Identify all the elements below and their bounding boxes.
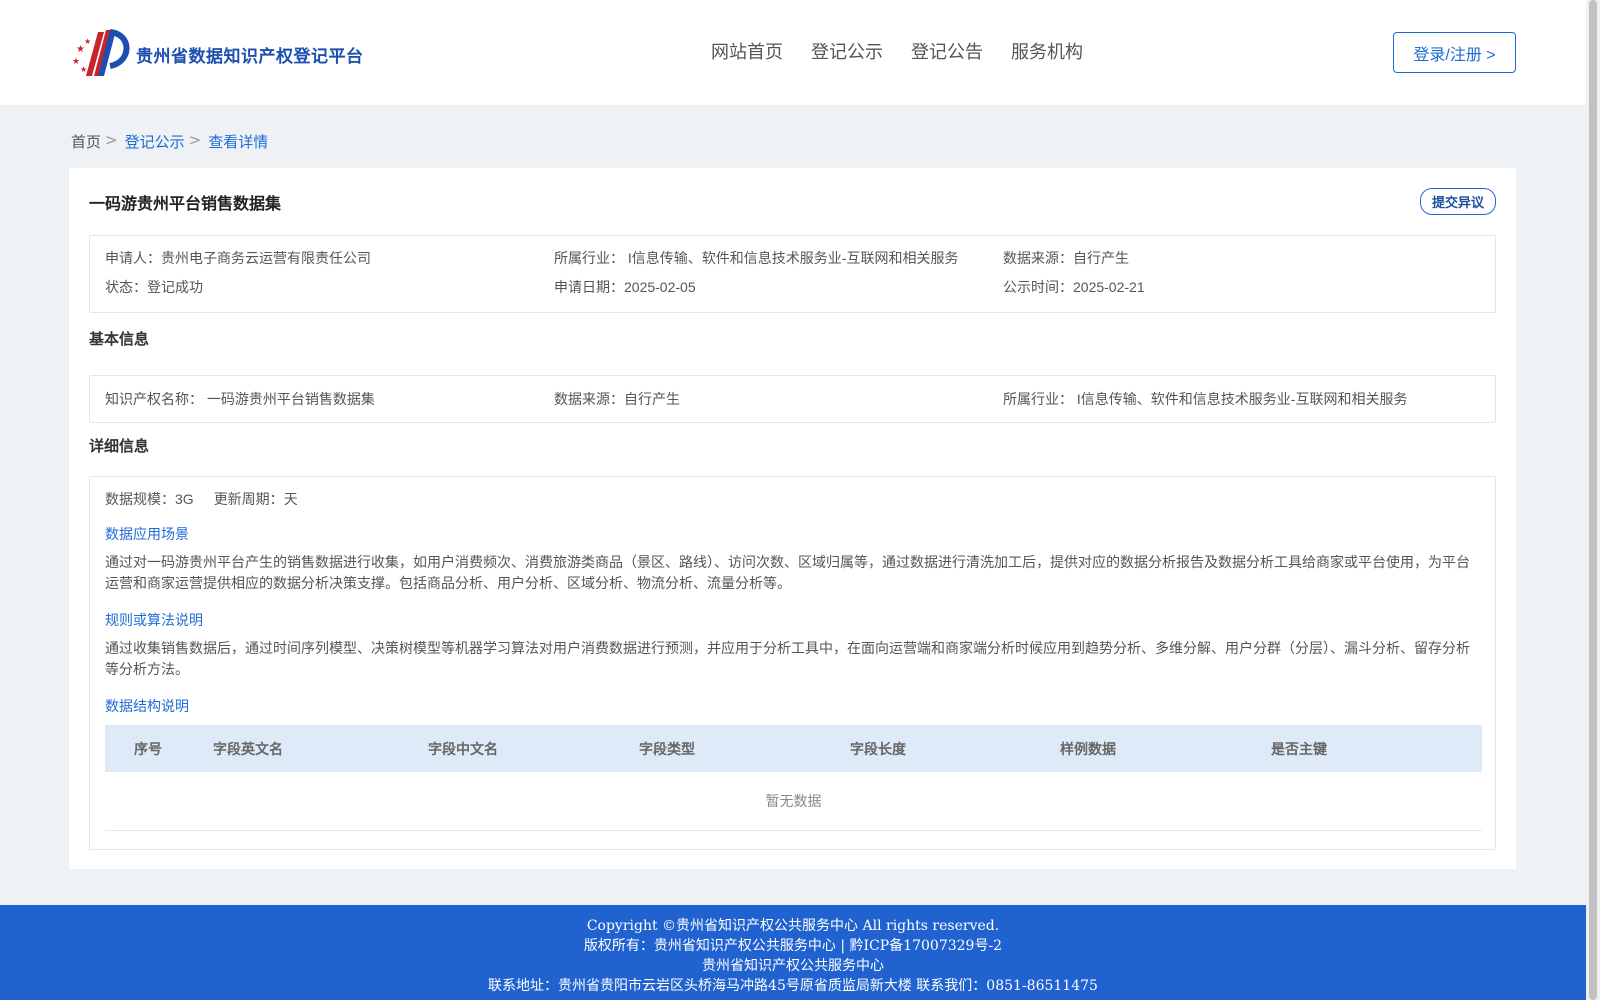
breadcrumb-separator: > bbox=[188, 131, 202, 149]
basic-industry-label: 所属行业： bbox=[1003, 391, 1073, 407]
site-footer: Copyright ©贵州省知识产权公共服务中心 All rights rese… bbox=[0, 905, 1586, 1000]
algorithm-text: 通过收集销售数据后，通过时间序列模型、决策树模型等机器学习算法对用户消费数据进行… bbox=[105, 640, 1470, 677]
detail-card: 一码游贵州平台销售数据集 提交异议 申请人：贵州电子商务云运营有限责任公司 所属… bbox=[69, 168, 1516, 869]
col-primary-key: 是否主键 bbox=[1271, 742, 1327, 758]
applicant-label: 申请人： bbox=[105, 250, 161, 266]
breadcrumb-list[interactable]: 登记公示 bbox=[125, 131, 185, 152]
footer-copyright: Copyright ©贵州省知识产权公共服务中心 All rights rese… bbox=[586, 918, 1000, 934]
scale-value: 3G bbox=[175, 491, 194, 507]
data-structure-table: 序号 字段英文名 字段中文名 字段类型 字段长度 样例数据 是否主键 暂无数据 bbox=[105, 725, 1482, 831]
scale-label: 数据规模： bbox=[105, 491, 175, 507]
detail-info-heading: 详细信息 bbox=[89, 437, 150, 455]
apply-date-value: 2025-02-05 bbox=[624, 279, 696, 295]
apply-date-field: 申请日期：2025-02-05 bbox=[554, 277, 696, 297]
site-title: 贵州省数据知识产权登记平台 bbox=[136, 46, 364, 67]
basic-source-value: 自行产生 bbox=[624, 391, 680, 407]
breadcrumb-separator: > bbox=[105, 131, 118, 149]
site-header: ★ ★ ★ ★ 贵州省数据知识产权登记平台 网站首页 登记公示 登记公告 服务机… bbox=[0, 0, 1586, 105]
table-empty-state: 暂无数据 bbox=[105, 772, 1482, 831]
basic-source-label: 数据来源： bbox=[554, 391, 624, 407]
scenario-heading: 数据应用场景 bbox=[105, 526, 189, 542]
scrollbar-thumb[interactable] bbox=[1589, 0, 1597, 1000]
logo-emblem-icon: ★ ★ ★ ★ bbox=[70, 28, 130, 80]
basic-industry-field: 所属行业： I信息传输、软件和信息技术服务业-互联网和相关服务 bbox=[1003, 389, 1407, 409]
cycle-value: 天 bbox=[283, 491, 298, 507]
applicant-value: 贵州电子商务云运营有限责任公司 bbox=[161, 250, 371, 266]
login-register-button[interactable]: 登录/注册 > bbox=[1393, 32, 1516, 73]
apply-date-label: 申请日期： bbox=[554, 279, 624, 295]
footer-contact: 联系地址：贵州省贵阳市云岩区头桥海马冲路45号原省质监局新大楼 联系我们：085… bbox=[488, 978, 1098, 994]
cycle-label: 更新周期： bbox=[213, 491, 284, 507]
basic-info-box: 知识产权名称： 一码游贵州平台销售数据集 数据来源：自行产生 所属行业： I信息… bbox=[89, 375, 1496, 423]
status-value: 登记成功 bbox=[147, 279, 203, 295]
col-field-length: 字段长度 bbox=[850, 742, 906, 758]
summary-box: 申请人：贵州电子商务云运营有限责任公司 所属行业： I信息传输、软件和信息技术服… bbox=[89, 235, 1496, 313]
svg-text:★: ★ bbox=[72, 57, 80, 67]
source-label: 数据来源： bbox=[1003, 250, 1073, 266]
basic-industry-value: I信息传输、软件和信息技术服务业-互联网和相关服务 bbox=[1076, 391, 1408, 407]
nav-home[interactable]: 网站首页 bbox=[711, 38, 783, 64]
breadcrumb-current[interactable]: 查看详情 bbox=[208, 131, 268, 152]
svg-text:★: ★ bbox=[84, 37, 91, 46]
submit-objection-button[interactable]: 提交异议 bbox=[1420, 188, 1496, 215]
record-title: 一码游贵州平台销售数据集 bbox=[89, 194, 282, 213]
publish-date-label: 公示时间： bbox=[1003, 279, 1073, 295]
applicant-field: 申请人：贵州电子商务云运营有限责任公司 bbox=[105, 248, 371, 268]
page-scrollbar[interactable] bbox=[1586, 0, 1600, 1000]
structure-heading: 数据结构说明 bbox=[105, 698, 189, 714]
publish-date-field: 公示时间：2025-02-21 bbox=[1003, 277, 1145, 297]
col-field-cn: 字段中文名 bbox=[428, 742, 498, 758]
scale-cycle-row: 数据规模：3G 更新周期：天 bbox=[105, 489, 298, 509]
ip-name-label: 知识产权名称： bbox=[105, 391, 203, 407]
footer-org: 贵州省知识产权公共服务中心 bbox=[702, 958, 884, 974]
publish-date-value: 2025-02-21 bbox=[1073, 279, 1145, 295]
col-sample-data: 样例数据 bbox=[1060, 742, 1116, 758]
col-index: 序号 bbox=[134, 742, 162, 758]
detail-info-box: 数据规模：3G 更新周期：天 数据应用场景 通过对一码游贵州平台产生的销售数据进行… bbox=[89, 476, 1496, 850]
nav-service-agencies[interactable]: 服务机构 bbox=[1011, 38, 1083, 64]
svg-text:★: ★ bbox=[80, 65, 87, 74]
nav-registration-announcement[interactable]: 登记公告 bbox=[911, 38, 983, 64]
industry-label: 所属行业： bbox=[554, 250, 624, 266]
col-field-type: 字段类型 bbox=[639, 742, 695, 758]
footer-owner: 版权所有：贵州省知识产权公共服务中心 | 黔ICP备17007329号-2 bbox=[583, 938, 1003, 954]
main-nav: 网站首页 登记公示 登记公告 服务机构 bbox=[711, 38, 1083, 64]
industry-field: 所属行业： I信息传输、软件和信息技术服务业-互联网和相关服务 bbox=[554, 248, 958, 268]
status-label: 状态： bbox=[105, 279, 147, 295]
ip-name-field: 知识产权名称： 一码游贵州平台销售数据集 bbox=[105, 389, 375, 409]
scenario-text: 通过对一码游贵州平台产生的销售数据进行收集，如用户消费频次、消费旅游类商品（景区… bbox=[105, 554, 1470, 591]
basic-source-field: 数据来源：自行产生 bbox=[554, 389, 680, 409]
col-field-en: 字段英文名 bbox=[213, 742, 283, 758]
status-field: 状态：登记成功 bbox=[105, 277, 203, 297]
table-header-row: 序号 字段英文名 字段中文名 字段类型 字段长度 样例数据 是否主键 bbox=[105, 725, 1482, 772]
breadcrumb-home[interactable]: 首页 bbox=[71, 131, 101, 152]
nav-registration-publicity[interactable]: 登记公示 bbox=[811, 38, 883, 64]
site-logo[interactable]: ★ ★ ★ ★ 贵州省数据知识产权登记平台 bbox=[70, 28, 364, 80]
breadcrumb: 首页 > 登记公示 > 查看详情 bbox=[71, 131, 268, 152]
basic-info-heading: 基本信息 bbox=[89, 330, 150, 348]
industry-value: I信息传输、软件和信息技术服务业-互联网和相关服务 bbox=[627, 250, 959, 266]
algorithm-heading: 规则或算法说明 bbox=[105, 612, 203, 628]
source-field: 数据来源：自行产生 bbox=[1003, 248, 1129, 268]
source-value: 自行产生 bbox=[1073, 250, 1129, 266]
ip-name-value: 一码游贵州平台销售数据集 bbox=[206, 391, 375, 407]
